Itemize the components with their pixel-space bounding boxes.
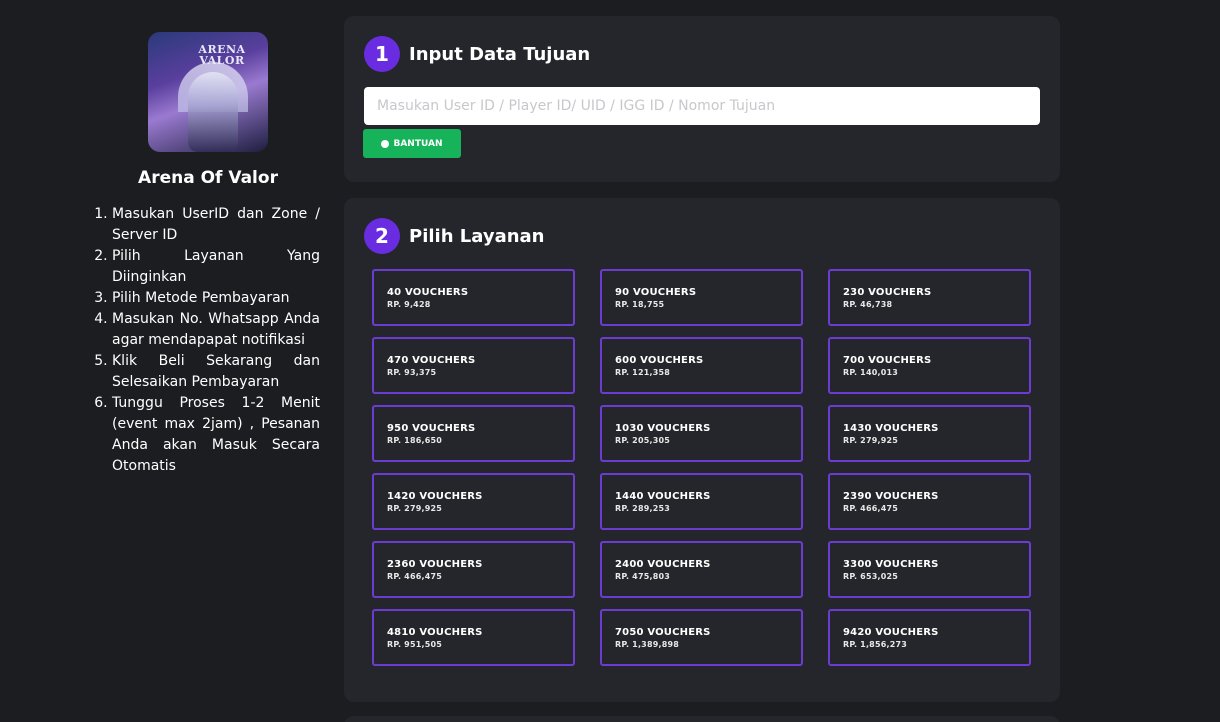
- card-header-service: 2 Pilih Layanan: [364, 218, 545, 254]
- game-thumbnail: ARENA VALOR: [148, 32, 268, 152]
- instruction-steps: Masukan UserID dan Zone / Server IDPilih…: [96, 204, 320, 477]
- voucher-option[interactable]: 4810 VOUCHERS RP. 951,505: [372, 609, 575, 666]
- voucher-option[interactable]: 230 VOUCHERS RP. 46,738: [828, 269, 1031, 326]
- voucher-option[interactable]: 600 VOUCHERS RP. 121,358: [600, 337, 803, 394]
- voucher-price: RP. 475,803: [615, 572, 671, 581]
- voucher-name: 700 VOUCHERS: [843, 355, 932, 366]
- voucher-price: RP. 1,856,273: [843, 640, 908, 649]
- instruction-step: Masukan UserID dan Zone / Server ID: [112, 204, 320, 246]
- voucher-option[interactable]: 1430 VOUCHERS RP. 279,925: [828, 405, 1031, 462]
- help-button-label: BANTUAN: [393, 138, 443, 149]
- voucher-price: RP. 93,375: [387, 368, 437, 377]
- voucher-name: 950 VOUCHERS: [387, 423, 476, 434]
- voucher-name: 2390 VOUCHERS: [843, 491, 939, 502]
- voucher-option[interactable]: 7050 VOUCHERS RP. 1,389,898: [600, 609, 803, 666]
- voucher-option[interactable]: 2400 VOUCHERS RP. 475,803: [600, 541, 803, 598]
- voucher-grid: 40 VOUCHERS RP. 9,428 90 VOUCHERS RP. 18,75…: [372, 269, 1032, 666]
- next-section-card: [344, 716, 1060, 722]
- instruction-step: Klik Beli Sekarang dan Selesaikan Pembay…: [112, 351, 320, 393]
- game-logo-text: ARENA VALOR: [198, 43, 246, 67]
- voucher-option[interactable]: 950 VOUCHERS RP. 186,650: [372, 405, 575, 462]
- voucher-price: RP. 140,013: [843, 368, 899, 377]
- step-number-badge: 1: [364, 36, 400, 72]
- help-button[interactable]: BANTUAN: [363, 129, 461, 158]
- voucher-name: 40 VOUCHERS: [387, 287, 469, 298]
- voucher-option[interactable]: 470 VOUCHERS RP. 93,375: [372, 337, 575, 394]
- voucher-price: RP. 46,738: [843, 300, 893, 309]
- game-title: Arena Of Valor: [138, 168, 278, 188]
- voucher-name: 1030 VOUCHERS: [615, 423, 711, 434]
- voucher-price: RP. 18,755: [615, 300, 665, 309]
- voucher-name: 90 VOUCHERS: [615, 287, 697, 298]
- voucher-price: RP. 279,925: [843, 436, 899, 445]
- voucher-name: 2400 VOUCHERS: [615, 559, 711, 570]
- instruction-step: Masukan No. Whatsapp Anda agar mendapapa…: [112, 309, 320, 351]
- voucher-option[interactable]: 90 VOUCHERS RP. 18,755: [600, 269, 803, 326]
- instruction-step: Pilih Layanan Yang Diinginkan: [112, 246, 320, 288]
- voucher-name: 4810 VOUCHERS: [387, 627, 483, 638]
- voucher-price: RP. 121,358: [615, 368, 671, 377]
- voucher-price: RP. 653,025: [843, 572, 899, 581]
- voucher-price: RP. 1,389,898: [615, 640, 680, 649]
- voucher-option[interactable]: 1420 VOUCHERS RP. 279,925: [372, 473, 575, 530]
- voucher-name: 600 VOUCHERS: [615, 355, 704, 366]
- voucher-name: 1440 VOUCHERS: [615, 491, 711, 502]
- voucher-name: 1430 VOUCHERS: [843, 423, 939, 434]
- voucher-option[interactable]: 2360 VOUCHERS RP. 466,475: [372, 541, 575, 598]
- target-id-input[interactable]: [364, 87, 1040, 125]
- voucher-name: 470 VOUCHERS: [387, 355, 476, 366]
- voucher-price: RP. 466,475: [387, 572, 443, 581]
- page: ARENA VALOR Arena Of Valor Masukan UserI…: [0, 0, 1220, 722]
- voucher-name: 9420 VOUCHERS: [843, 627, 939, 638]
- voucher-name: 230 VOUCHERS: [843, 287, 932, 298]
- voucher-price: RP. 466,475: [843, 504, 899, 513]
- voucher-price: RP. 279,925: [387, 504, 443, 513]
- voucher-price: RP. 205,305: [615, 436, 671, 445]
- voucher-option[interactable]: 40 VOUCHERS RP. 9,428: [372, 269, 575, 326]
- voucher-price: RP. 289,253: [615, 504, 671, 513]
- voucher-option[interactable]: 700 VOUCHERS RP. 140,013: [828, 337, 1031, 394]
- voucher-option[interactable]: 9420 VOUCHERS RP. 1,856,273: [828, 609, 1031, 666]
- voucher-price: RP. 9,428: [387, 300, 431, 309]
- voucher-name: 7050 VOUCHERS: [615, 627, 711, 638]
- voucher-option[interactable]: 3300 VOUCHERS RP. 653,025: [828, 541, 1031, 598]
- instruction-step: Tunggu Proses 1-2 Menit (event max 2jam)…: [112, 393, 320, 477]
- card-title-input: Input Data Tujuan: [409, 43, 591, 65]
- input-target-card: 1 Input Data Tujuan BANTUAN: [344, 16, 1060, 182]
- voucher-option[interactable]: 1030 VOUCHERS RP. 205,305: [600, 405, 803, 462]
- thumbnail-art-figure: [188, 72, 238, 152]
- voucher-option[interactable]: 1440 VOUCHERS RP. 289,253: [600, 473, 803, 530]
- game-sidebar: ARENA VALOR Arena Of Valor Masukan UserI…: [96, 32, 320, 477]
- card-title-service: Pilih Layanan: [409, 225, 545, 247]
- card-header-input: 1 Input Data Tujuan: [364, 36, 590, 72]
- voucher-name: 3300 VOUCHERS: [843, 559, 939, 570]
- select-service-card: 2 Pilih Layanan 40 VOUCHERS RP. 9,428 90 V…: [344, 198, 1060, 702]
- voucher-price: RP. 951,505: [387, 640, 443, 649]
- step-number-badge: 2: [364, 218, 400, 254]
- question-circle-icon: [381, 139, 390, 148]
- voucher-option[interactable]: 2390 VOUCHERS RP. 466,475: [828, 473, 1031, 530]
- voucher-name: 2360 VOUCHERS: [387, 559, 483, 570]
- instruction-step: Pilih Metode Pembayaran: [112, 288, 320, 309]
- voucher-price: RP. 186,650: [387, 436, 443, 445]
- voucher-name: 1420 VOUCHERS: [387, 491, 483, 502]
